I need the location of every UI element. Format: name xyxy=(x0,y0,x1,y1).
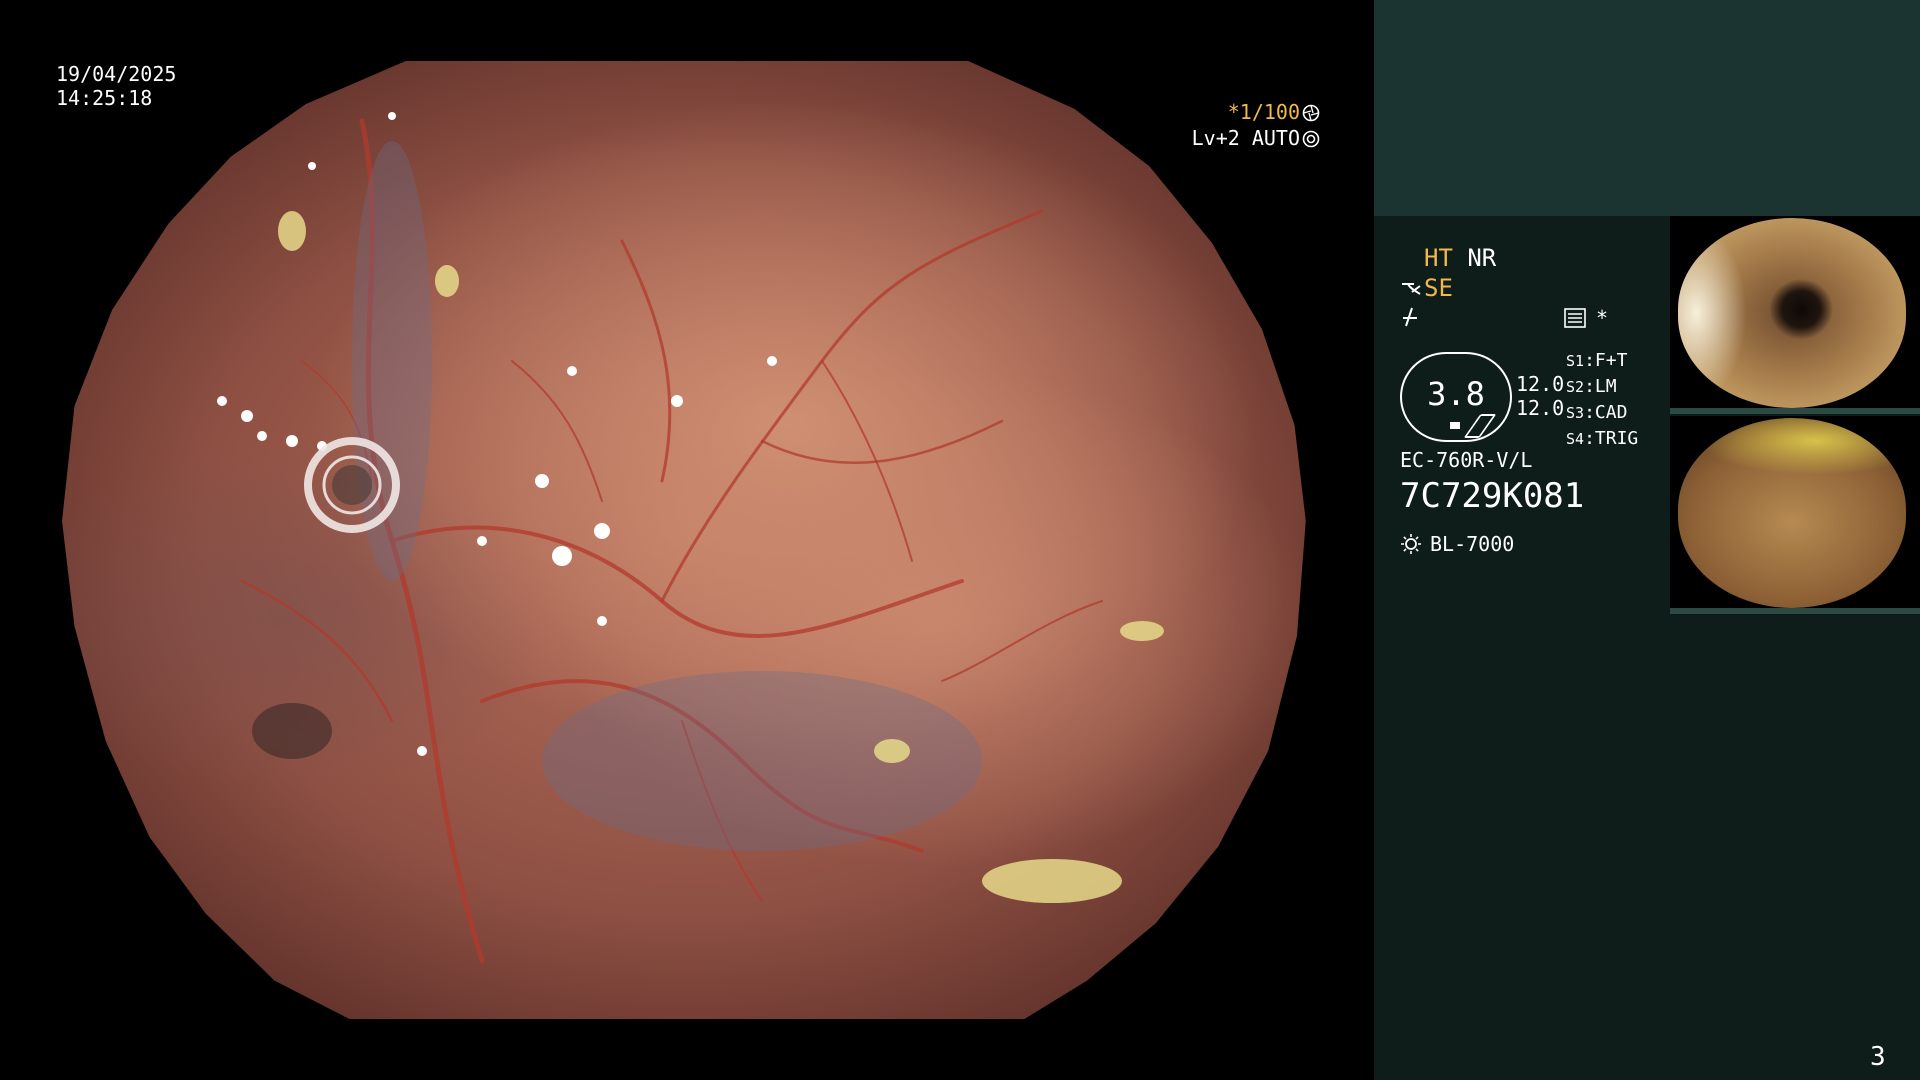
page-number: 3 xyxy=(1870,1042,1886,1072)
capture-thumbnail[interactable] xyxy=(1670,416,1920,614)
aperture-icon xyxy=(1302,104,1320,122)
shutter-text: *1/100 xyxy=(1227,100,1300,124)
zoom-status xyxy=(1400,306,1420,334)
scope-model: EC-760R-V/L xyxy=(1400,448,1533,472)
sun-icon xyxy=(1401,534,1421,554)
endoscopy-screen: 19/04/2025 14:25:18 *1/100 Lv+2 AUTO HT … xyxy=(0,0,1920,1080)
switch-item: S3:CAD xyxy=(1566,402,1628,423)
endoscope-image xyxy=(62,61,1306,1019)
switch-item: S1:F+T xyxy=(1566,350,1628,371)
switch-item: S2:LM xyxy=(1566,376,1617,397)
se-label: SE xyxy=(1424,274,1453,302)
side-panel-top xyxy=(1374,0,1920,216)
capture-thumbnail[interactable] xyxy=(1670,216,1920,414)
ht-nr-status: HT NR xyxy=(1424,244,1496,272)
time-text: 14:25:18 xyxy=(56,86,153,110)
menu-status: * xyxy=(1564,306,1608,330)
menu-star: * xyxy=(1596,306,1609,330)
thumbnail-image xyxy=(1678,418,1906,608)
endoscope-view-area xyxy=(0,0,1374,1080)
light-source-label: BL-7000 xyxy=(1430,532,1515,556)
structure-enhance-icon xyxy=(1402,283,1421,295)
thumbnail-bar xyxy=(1670,408,1920,414)
auto-iris-icon xyxy=(1302,130,1320,148)
magnification-gauge: 3.8 xyxy=(1400,352,1512,442)
gain-values: 12.0 12.0 xyxy=(1516,372,1564,420)
mucosa-vessels-graphic xyxy=(217,112,1164,964)
light-source: BL-7000 xyxy=(1400,532,1514,556)
scope-serial: 7C729K081 xyxy=(1400,476,1585,516)
gain-2: 12.0 xyxy=(1516,396,1565,420)
thumbnail-bar xyxy=(1670,608,1920,614)
scope-switches: S1:F+T S2:LM S3:CAD S4:TRIG xyxy=(1566,348,1638,452)
shutter-readout: *1/100 xyxy=(1180,100,1320,124)
gain-1: 12.0 xyxy=(1516,372,1565,396)
gauge-pen-icon xyxy=(1463,414,1497,438)
date-text: 19/04/2025 xyxy=(56,62,177,86)
gauge-value: 3.8 xyxy=(1427,375,1485,413)
switch-item: S4:TRIG xyxy=(1566,428,1639,449)
date-time-readout: 19/04/2025 14:25:18 xyxy=(56,62,176,110)
gauge-indicator xyxy=(1450,422,1460,429)
menu-icon xyxy=(1564,308,1586,328)
level-readout: Lv+2 AUTO xyxy=(1180,126,1320,150)
se-status: SE xyxy=(1400,274,1453,302)
nr-label: NR xyxy=(1467,244,1497,272)
thumbnail-image xyxy=(1678,218,1906,408)
zoom-icon xyxy=(1403,307,1417,327)
level-text: Lv+2 AUTO xyxy=(1191,126,1300,150)
ht-label: HT xyxy=(1424,244,1453,272)
